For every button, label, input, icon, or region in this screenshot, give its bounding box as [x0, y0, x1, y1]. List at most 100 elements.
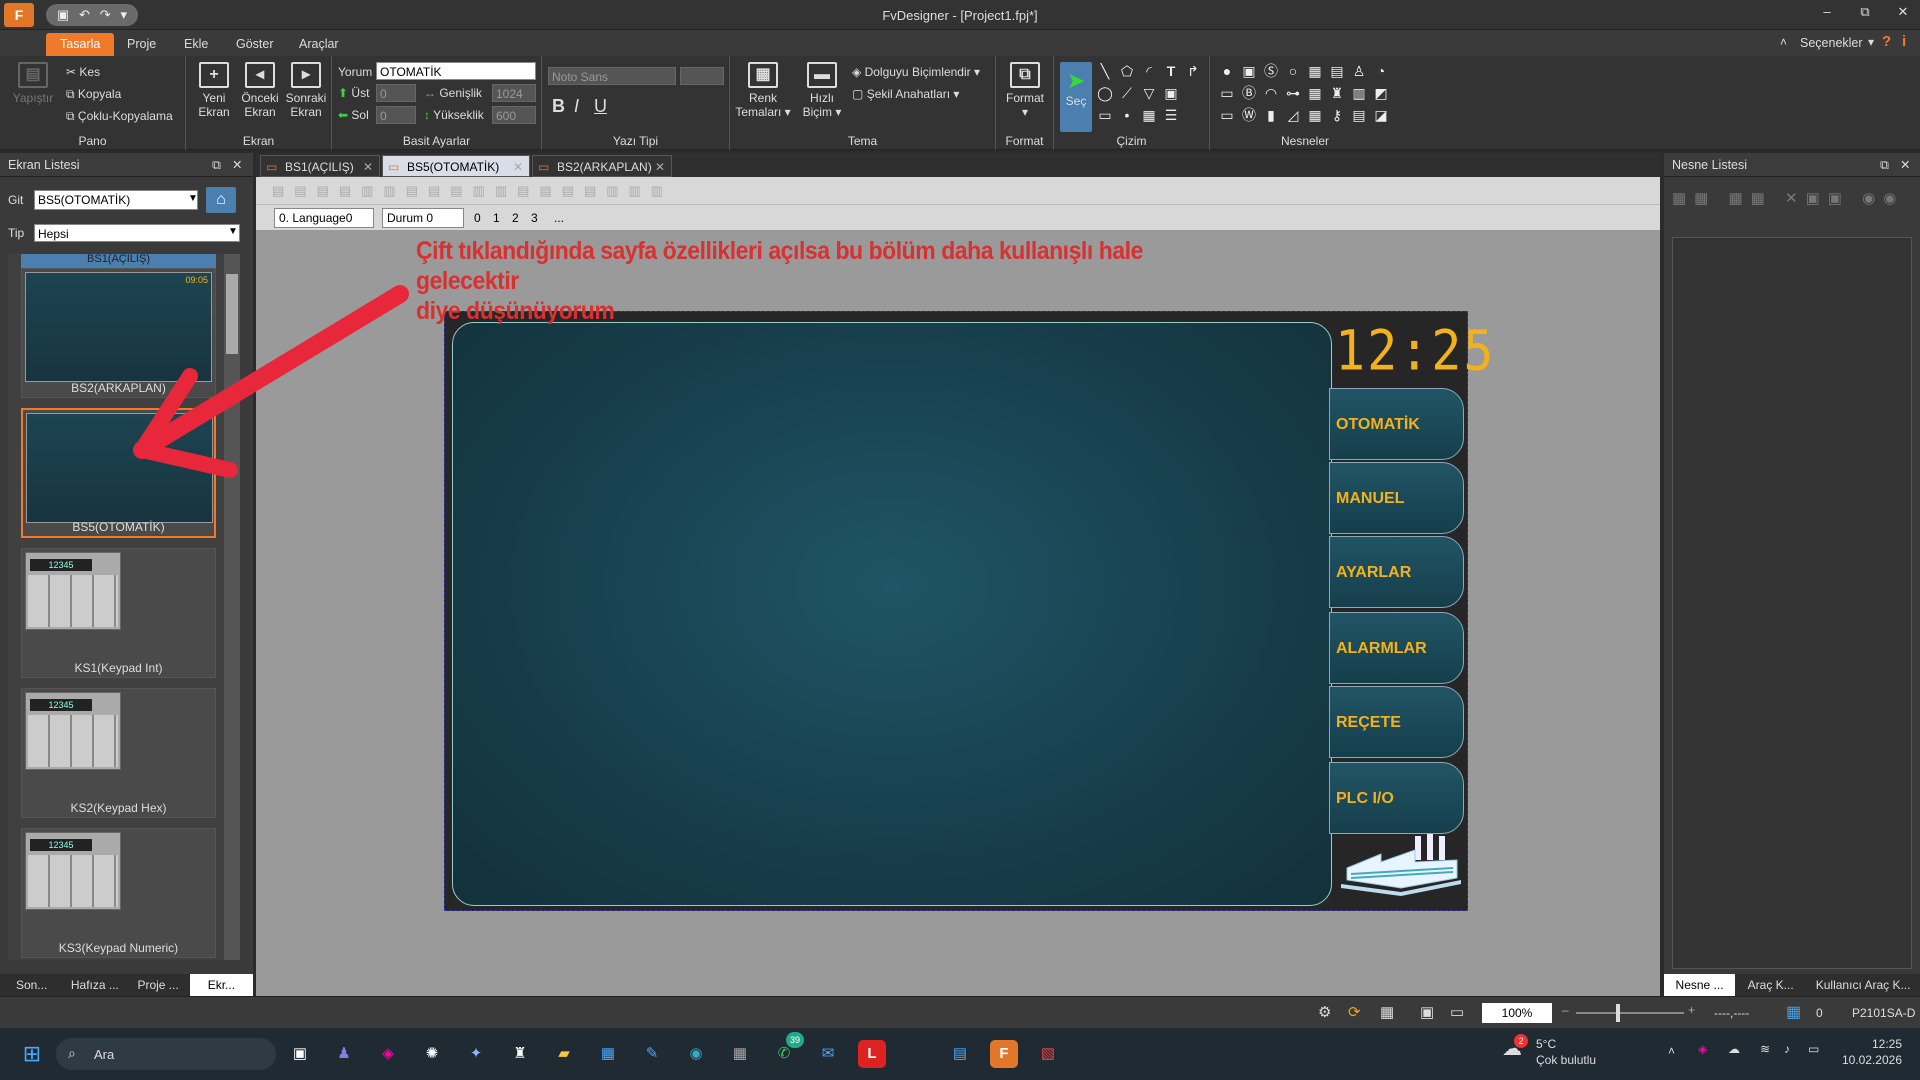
lamp-icon[interactable]: ●	[1218, 62, 1236, 80]
tab-screens[interactable]: Ekr...	[189, 974, 253, 996]
doc-tab-bs1[interactable]: ▭ BS1(AÇILIŞ) ✕	[260, 155, 380, 177]
tab-object-list[interactable]: Nesne ...	[1664, 974, 1736, 996]
dot-tool-icon[interactable]: •	[1118, 106, 1136, 124]
table-tool-icon[interactable]: ▦	[1140, 106, 1158, 124]
polygon-tool-icon[interactable]: ⬠	[1118, 62, 1136, 80]
line-graph-icon[interactable]: ◿	[1284, 106, 1302, 124]
word-display-icon[interactable]: Ⓦ	[1240, 106, 1258, 124]
hmi-button-plc-io[interactable]: PLC I/O	[1329, 762, 1464, 834]
battery-icon[interactable]: ▭	[1808, 1042, 1819, 1056]
color-themes-button[interactable]: ▦ Renk Temaları ▾	[734, 62, 792, 119]
pie-object-icon[interactable]: ◔	[1372, 62, 1390, 80]
close-tab-icon[interactable]: ✕	[363, 156, 373, 178]
tab-user-toolbox[interactable]: Kullanıcı Araç K...	[1806, 974, 1920, 996]
state-3-button[interactable]: 3	[531, 211, 538, 225]
grid-object-icon[interactable]: ▦	[1306, 62, 1324, 80]
more-states-button[interactable]: ...	[554, 211, 564, 225]
file-explorer-icon[interactable]: ▰	[550, 1040, 578, 1068]
thumb-ks2[interactable]: 12345 KS2(Keypad Hex)	[21, 688, 216, 818]
close-button[interactable]: ✕	[1890, 4, 1916, 24]
new-screen-button[interactable]: + Yeni Ekran	[192, 62, 236, 119]
tab-proje[interactable]: Proje	[113, 33, 170, 56]
close-tab-icon[interactable]: ✕	[513, 156, 523, 178]
height-input[interactable]: 600	[492, 106, 536, 124]
tab-recent[interactable]: Son...	[0, 974, 63, 996]
language-select[interactable]: 0. Language0	[274, 208, 374, 228]
snap-icon[interactable]: ⟳	[1348, 1003, 1361, 1021]
ruler-icon[interactable]: ▣	[1420, 1003, 1434, 1021]
home-button[interactable]: ⌂	[206, 187, 236, 213]
key-icon[interactable]: ⚷	[1328, 106, 1346, 124]
hmi-main-area[interactable]	[452, 322, 1332, 906]
sector-tool-icon[interactable]: ▽	[1140, 84, 1158, 102]
comment-input[interactable]: OTOMATİK	[376, 62, 536, 80]
minimize-button[interactable]: –	[1814, 4, 1840, 24]
chatgpt-icon[interactable]: ✺	[418, 1040, 446, 1068]
hmi-button-recete[interactable]: REÇETE	[1329, 686, 1464, 758]
underline-button[interactable]: U	[594, 96, 607, 117]
state-1-button[interactable]: 1	[493, 211, 500, 225]
info-icon[interactable]: i	[1902, 33, 1906, 50]
hmi-button-alarmlar[interactable]: ALARMLAR	[1329, 612, 1464, 684]
arc-tool-icon[interactable]: ◜	[1140, 62, 1158, 80]
taskbar-search[interactable]: ⌕ Ara	[56, 1038, 276, 1070]
next-screen-button[interactable]: ▸ Sonraki Ekran	[284, 62, 328, 119]
tab-memory[interactable]: Hafıza ...	[63, 974, 126, 996]
tab-tasarla[interactable]: Tasarla	[46, 33, 115, 56]
alarm-icon[interactable]: ♜	[1328, 84, 1346, 102]
left-input[interactable]: 0	[376, 106, 416, 124]
maximize-button[interactable]: ⧉	[1852, 4, 1878, 24]
hmi-button-manuel[interactable]: MANUEL	[1329, 462, 1464, 534]
weather-icon[interactable]: ☁ 2	[1502, 1034, 1528, 1061]
state-2-button[interactable]: 2	[512, 211, 519, 225]
float-panel-icon[interactable]: ⧉	[212, 153, 221, 177]
zoom-out-icon[interactable]: –	[1562, 1003, 1569, 1017]
width-input[interactable]: 1024	[492, 84, 536, 102]
app-icon[interactable]: ♜	[506, 1040, 534, 1068]
hmi-screen[interactable]: 12:25 OTOMATİK MANUEL AYARLAR ALARMLAR R…	[444, 311, 1494, 911]
list-object-icon[interactable]: ▤	[1328, 62, 1346, 80]
font-name-select[interactable]: Noto Sans	[548, 67, 676, 85]
ladder-object-icon[interactable]: ♙	[1350, 62, 1368, 80]
factory-icon[interactable]	[1341, 832, 1461, 898]
scale-tool-icon[interactable]: ☰	[1162, 106, 1180, 124]
paste-button[interactable]: ▤ Yapıştır	[10, 62, 56, 105]
tab-araclar[interactable]: Araçlar	[285, 33, 353, 56]
wifi-icon[interactable]: ≋	[1760, 1042, 1770, 1056]
close-panel-icon[interactable]: ✕	[232, 153, 242, 177]
zoom-in-icon[interactable]: +	[1688, 1003, 1695, 1017]
teams-icon[interactable]: ♟	[330, 1040, 358, 1068]
close-panel-icon[interactable]: ✕	[1900, 153, 1910, 177]
zoom-level-field[interactable]: 100%	[1482, 1003, 1552, 1023]
close-tab-icon[interactable]: ✕	[655, 156, 665, 178]
doc-tab-bs5[interactable]: ▭ BS5(OTOMATİK) ✕	[382, 155, 530, 177]
assistant-icon[interactable]: ✦	[462, 1040, 490, 1068]
select-tool-button[interactable]: ➤ Seç	[1060, 62, 1092, 132]
gear-icon[interactable]: ⚙	[1318, 1003, 1331, 1021]
edit-icon[interactable]: ✎	[638, 1040, 666, 1068]
circle-object-icon[interactable]: ○	[1284, 62, 1302, 80]
thumb-ks3[interactable]: 12345 KS3(Keypad Numeric)	[21, 828, 216, 958]
hmi-clock[interactable]: 12:25	[1335, 315, 1494, 388]
collapse-ribbon-icon[interactable]: ˄	[1780, 35, 1787, 49]
tab-ekle[interactable]: Ekle	[170, 33, 222, 56]
bit-display-icon[interactable]: Ⓑ	[1240, 84, 1258, 102]
rectangle-tool-icon[interactable]: ▭	[1096, 106, 1114, 124]
bar-graph-icon[interactable]: ▮	[1262, 106, 1280, 124]
ellipse-tool-icon[interactable]: ◯	[1096, 84, 1114, 102]
zoom-slider-handle[interactable]	[1616, 1004, 1620, 1022]
ascii-icon[interactable]: ▭	[1218, 106, 1236, 124]
prev-screen-button[interactable]: ◂ Önceki Ekran	[238, 62, 282, 119]
thumb-ks1[interactable]: 12345 KS1(Keypad Int)	[21, 548, 216, 678]
copy-button[interactable]: ⧉ Kopyala	[66, 87, 121, 102]
bold-button[interactable]: B	[552, 96, 565, 117]
windows-start-icon[interactable]: ⊞	[18, 1040, 46, 1068]
notepad-icon[interactable]: ▤	[946, 1040, 974, 1068]
hmi-button-ayarlar[interactable]: AYARLAR	[1329, 536, 1464, 608]
state-select[interactable]: Durum 0	[382, 208, 464, 228]
recipe-icon[interactable]: ▥	[1350, 84, 1368, 102]
tray-chevron-icon[interactable]: ˄	[1668, 1044, 1675, 1058]
line-tool-icon[interactable]: ╲	[1096, 62, 1114, 80]
whatsapp-icon[interactable]: ✆ 39	[770, 1032, 804, 1068]
numeric-display-icon[interactable]: ▭	[1218, 84, 1236, 102]
